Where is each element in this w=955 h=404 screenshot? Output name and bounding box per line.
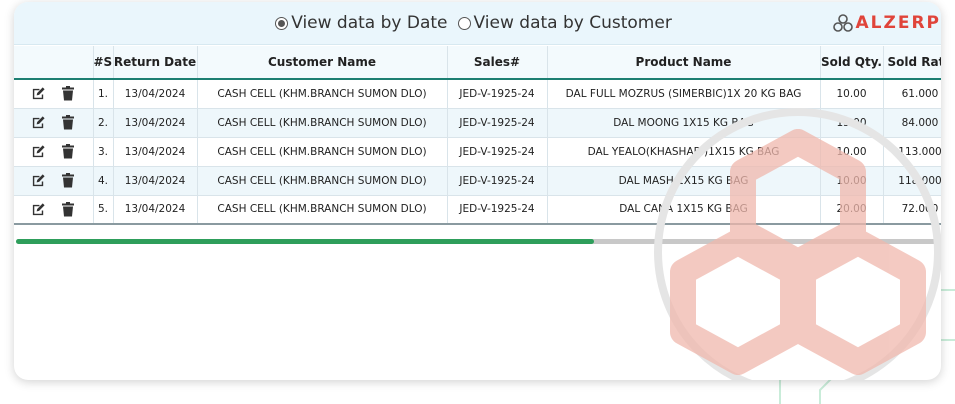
cell-customer-name: CASH CELL (KHM.BRANCH SUMON DLO) [197,137,448,167]
cell-sales: JED-V-1925-24 [447,195,548,225]
cell-sales: JED-V-1925-24 [447,79,548,109]
edit-icon[interactable] [30,86,46,102]
table-row[interactable]: 1. 13/04/2024 CASH CELL (KHM.BRANCH SUMON … [14,79,941,109]
cell-sold-rate: 72.000 [883,195,941,225]
radio-view-by-date-label: View data by Date [291,13,448,33]
trash-icon[interactable] [60,115,76,131]
trash-icon[interactable] [60,86,76,102]
cell-sold-qty: 20.00 [820,195,884,225]
table-body: 1. 13/04/2024 CASH CELL (KHM.BRANCH SUMON … [14,79,941,225]
cell-sold-rate: 118.000 [883,166,941,196]
radio-selected-icon[interactable] [275,16,289,30]
cell-sl: 4. [93,166,114,196]
returns-table: #Sl Return Date Customer Name Sales# Pro… [14,46,941,225]
cell-product-name: DAL MOONG 1X15 KG BAG [547,108,821,138]
cell-sold-qty: 10.00 [820,79,884,109]
cell-sold-qty: 10.00 [820,137,884,167]
cell-customer-name: CASH CELL (KHM.BRANCH SUMON DLO) [197,195,448,225]
row-actions-cell [14,166,94,196]
cell-sold-rate: 61.000 [883,79,941,109]
trash-icon[interactable] [60,144,76,160]
returns-table-container: #Sl Return Date Customer Name Sales# Pro… [14,46,941,225]
col-header-sl[interactable]: #Sl [93,46,114,80]
col-header-product-name[interactable]: Product Name [547,46,821,80]
table-row[interactable]: 3. 13/04/2024 CASH CELL (KHM.BRANCH SUMON … [14,137,941,167]
cell-customer-name: CASH CELL (KHM.BRANCH SUMON DLO) [197,166,448,196]
edit-icon[interactable] [30,173,46,189]
alzerp-logo-icon [832,14,853,32]
trash-icon[interactable] [60,173,76,189]
table-row[interactable]: 5. 13/04/2024 CASH CELL (KHM.BRANCH SUMON … [14,195,941,225]
cell-product-name: DAL MASH 1X15 KG BAG [547,166,821,196]
table-row[interactable]: 2. 13/04/2024 CASH CELL (KHM.BRANCH SUMON … [14,108,941,138]
row-actions-cell [14,79,94,109]
cell-sold-rate: 113.000 [883,137,941,167]
trash-icon[interactable] [60,201,76,217]
edit-icon[interactable] [30,115,46,131]
cell-return-date: 13/04/2024 [113,137,198,167]
cell-product-name: DAL CANA 1X15 KG BAG [547,195,821,225]
cell-return-date: 13/04/2024 [113,195,198,225]
cell-return-date: 13/04/2024 [113,166,198,196]
cell-sold-qty: 10.00 [820,166,884,196]
row-actions-cell [14,108,94,138]
view-toggle-bar: View data by Date View data by Customer … [14,2,941,45]
cell-return-date: 13/04/2024 [113,79,198,109]
col-header-sold-rate[interactable]: Sold Rate [883,46,941,80]
radio-view-by-customer[interactable]: View data by Customer [457,13,672,33]
table-header-row: #Sl Return Date Customer Name Sales# Pro… [14,46,941,80]
cell-return-date: 13/04/2024 [113,108,198,138]
radio-unselected-icon[interactable] [457,16,471,30]
alzerp-logo: ALZERP [832,13,941,33]
cell-product-name: DAL YEALO(KHASHARI)1X15 KG BAG [547,137,821,167]
col-header-actions [14,46,94,80]
col-header-sold-qty[interactable]: Sold Qty. [820,46,884,80]
cell-sl: 1. [93,79,114,109]
cell-sl: 3. [93,137,114,167]
radio-view-by-date[interactable]: View data by Date [275,13,448,33]
radio-view-by-customer-label: View data by Customer [473,13,672,33]
col-header-sales[interactable]: Sales# [447,46,548,80]
logo-text: ALZERP [855,13,941,33]
horizontal-scrollbar[interactable] [16,239,940,244]
view-mode-radio-group: View data by Date View data by Customer [275,13,672,33]
table-row[interactable]: 4. 13/04/2024 CASH CELL (KHM.BRANCH SUMON … [14,166,941,196]
edit-icon[interactable] [30,201,46,217]
cell-sold-qty: 15.00 [820,108,884,138]
col-header-return-date[interactable]: Return Date [113,46,198,80]
cell-sl: 5. [93,195,114,225]
cell-product-name: DAL FULL MOZRUS (SIMERBIC)1X 20 KG BAG [547,79,821,109]
cell-sold-rate: 84.000 [883,108,941,138]
scrollbar-thumb[interactable] [16,239,594,244]
cell-sl: 2. [93,108,114,138]
cell-sales: JED-V-1925-24 [447,108,548,138]
cell-customer-name: CASH CELL (KHM.BRANCH SUMON DLO) [197,108,448,138]
cell-sales: JED-V-1925-24 [447,137,548,167]
cell-customer-name: CASH CELL (KHM.BRANCH SUMON DLO) [197,79,448,109]
sales-return-panel: View data by Date View data by Customer … [14,2,941,380]
edit-icon[interactable] [30,144,46,160]
row-actions-cell [14,137,94,167]
row-actions-cell [14,195,94,225]
col-header-customer-name[interactable]: Customer Name [197,46,448,80]
cell-sales: JED-V-1925-24 [447,166,548,196]
